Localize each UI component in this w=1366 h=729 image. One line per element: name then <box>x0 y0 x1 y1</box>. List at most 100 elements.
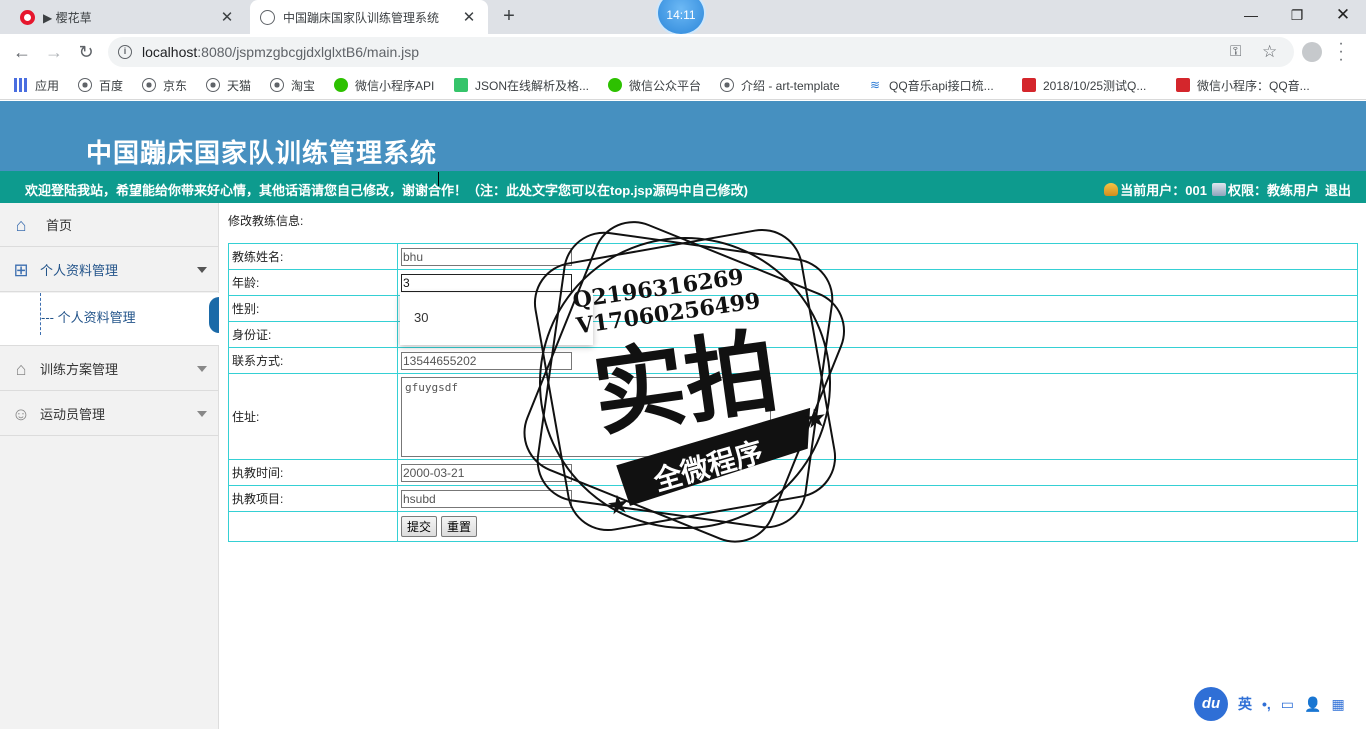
bookmark-label: 天猫 <box>227 78 252 93</box>
chevron-down-icon <box>197 411 207 417</box>
user-icon <box>1104 183 1119 196</box>
field-label: 执教项目: <box>228 485 398 512</box>
ime-grid-icon[interactable]: ▦ <box>1331 696 1344 713</box>
ime-language[interactable]: 英 <box>1238 694 1252 714</box>
field-cell <box>397 485 1358 512</box>
coach-form: 教练姓名: 年龄: 性别: 身份证: 联系方式: 住址: gfuygsdf <box>228 243 1358 542</box>
sidebar-item-athletes[interactable]: ☺ 运动员管理 <box>0 392 219 436</box>
weibo-icon <box>20 9 35 25</box>
user-info: 当前用户：001 权限：教练用户 退出 <box>1104 180 1351 199</box>
field-label: 联系方式: <box>228 347 398 374</box>
apps-icon <box>14 78 28 92</box>
autocomplete-option[interactable]: 30 <box>414 310 428 325</box>
date-input[interactable] <box>401 463 572 482</box>
back-arrow-icon[interactable]: ← <box>10 40 34 64</box>
age-input[interactable] <box>401 273 572 292</box>
sidebar-item-profile[interactable]: ⊞ 个人资料管理 <box>0 248 219 292</box>
close-window-button[interactable]: ✕ <box>1320 0 1366 30</box>
tab-title: ▶ 樱花草 <box>43 10 92 25</box>
bookmark-item[interactable]: 天猫 <box>206 76 251 94</box>
bookmark-item[interactable]: ≋ QQ音乐api接口梳... <box>868 76 994 94</box>
project-input[interactable] <box>401 489 572 508</box>
clock-badge: 14:11 <box>656 0 706 36</box>
bookmark-item[interactable]: 淘宝 <box>270 76 315 94</box>
name-input[interactable] <box>401 247 572 266</box>
forward-arrow-icon[interactable]: → <box>42 40 66 64</box>
autocomplete-dropdown[interactable]: 30 <box>400 293 593 345</box>
bookmarks-bar: 应用 百度 京东 天猫 淘宝 微信小程序API JSON在线解析及格... 微信公众平台 介绍 … <box>0 70 1366 100</box>
active-marker <box>209 297 219 333</box>
url-text[interactable]: localhost:8080/jspmzgbcgjdxlglxtB6/main.… <box>142 44 419 60</box>
minimize-button[interactable]: — <box>1228 0 1274 30</box>
kebab-menu-icon[interactable]: · · · <box>1336 36 1346 68</box>
field-cell <box>397 347 1358 374</box>
actions-cell: 提交 重置 <box>397 511 1358 542</box>
key-icon[interactable]: ⚿ <box>1230 43 1241 60</box>
ime-user-icon[interactable]: 👤 <box>1304 696 1321 713</box>
tab-sakura[interactable]: ▶ 樱花草 ✕ <box>0 0 246 34</box>
tab-title: 中国蹦床国家队训练管理系统 <box>283 10 440 25</box>
bookmark-item[interactable]: 微信小程序：QQ音... <box>1176 76 1310 94</box>
bookmark-item[interactable]: 2018/10/25测试Q... <box>1022 76 1146 94</box>
field-label: 住址: <box>228 373 398 460</box>
house-icon: ⌂ <box>15 358 27 379</box>
globe-icon <box>206 78 220 92</box>
permission-icon <box>1211 183 1226 196</box>
bookmark-label: QQ音乐api接口梳... <box>889 78 994 93</box>
form-row-actions: 提交 重置 <box>228 511 1358 542</box>
sidebar-item-label: 首页 <box>46 218 73 233</box>
bookmark-star-icon[interactable]: ☆ <box>1262 42 1277 62</box>
chevron-down-icon <box>197 267 207 273</box>
form-row-gender: 性别: <box>228 295 1358 322</box>
field-cell <box>397 459 1358 486</box>
profile-avatar-icon[interactable] <box>1302 42 1322 62</box>
sidebar-item-training[interactable]: ⌂ 训练方案管理 <box>0 347 219 391</box>
address-bar[interactable]: i localhost:8080/jspmzgbcgjdxlglxtB6/mai… <box>108 37 1294 67</box>
globe-icon <box>270 78 284 92</box>
form-row-idcard: 身份证: <box>228 321 1358 348</box>
bookmark-item[interactable]: 应用 <box>14 76 59 94</box>
field-label: 年龄: <box>228 269 398 296</box>
ime-punctuation[interactable]: •, <box>1262 696 1271 712</box>
bookmark-item[interactable]: 介绍 - art-template <box>720 76 840 94</box>
csdn-icon <box>1176 78 1190 92</box>
bookmark-item[interactable]: 京东 <box>142 76 187 94</box>
bookmark-item[interactable]: 百度 <box>78 76 123 94</box>
form-row-phone: 联系方式: <box>228 347 1358 374</box>
ime-keyboard-icon[interactable]: ▭ <box>1281 696 1294 713</box>
baidu-ime-logo[interactable]: du <box>1194 687 1228 721</box>
reload-icon[interactable]: ↻ <box>74 40 98 64</box>
wechat-icon <box>608 78 622 92</box>
address-textarea[interactable]: gfuygsdf <box>401 376 771 457</box>
sidebar: ⌂ 首页 ⊞ 个人资料管理 --- 个人资料管理 ⌂ 训练方案管理 ☺ 运动员管… <box>0 203 219 729</box>
tab-close-icon[interactable]: ✕ <box>216 8 238 26</box>
info-icon[interactable]: i <box>118 45 132 59</box>
permission: 权限：教练用户 <box>1227 183 1319 198</box>
bookmark-item[interactable]: 微信公众平台 <box>608 76 701 94</box>
sidebar-item-home[interactable]: ⌂ 首页 <box>0 203 219 247</box>
qq-icon: ≋ <box>869 78 881 92</box>
sidebar-subitem-profile[interactable]: --- 个人资料管理 <box>41 307 136 326</box>
bookmark-item[interactable]: 微信小程序API <box>334 76 434 94</box>
new-tab-button[interactable]: + <box>498 5 520 27</box>
json-icon <box>454 78 468 92</box>
page: 中国蹦床国家队训练管理系统 欢迎登陆我站，希望能给你带来好心情，其他话语请您自己… <box>0 101 1366 729</box>
tab-active-system[interactable]: 中国蹦床国家队训练管理系统 ✕ <box>250 0 488 34</box>
bookmark-label: 微信小程序：QQ音... <box>1197 78 1310 93</box>
header-banner: 中国蹦床国家队训练管理系统 <box>0 101 1366 171</box>
csdn-icon <box>1022 78 1036 92</box>
field-cell: gfuygsdf <box>397 373 1358 460</box>
submit-button[interactable]: 提交 <box>401 516 438 537</box>
tab-close-icon[interactable]: ✕ <box>458 8 480 26</box>
ime-toolbar: du 英 •, ▭ 👤 ▦ <box>1194 686 1366 722</box>
reset-button[interactable]: 重置 <box>441 516 478 537</box>
text-cursor-icon <box>438 172 439 186</box>
form-row-name: 教练姓名: <box>228 243 1358 270</box>
form-row-project: 执教项目: <box>228 485 1358 512</box>
sidebar-item-label: 个人资料管理 <box>40 263 119 278</box>
logout-link[interactable]: 退出 <box>1325 180 1351 199</box>
bookmark-item[interactable]: JSON在线解析及格... <box>454 76 589 94</box>
maximize-button[interactable]: ❐ <box>1274 0 1320 30</box>
bookmark-label: JSON在线解析及格... <box>475 78 590 93</box>
phone-input[interactable] <box>401 351 572 370</box>
